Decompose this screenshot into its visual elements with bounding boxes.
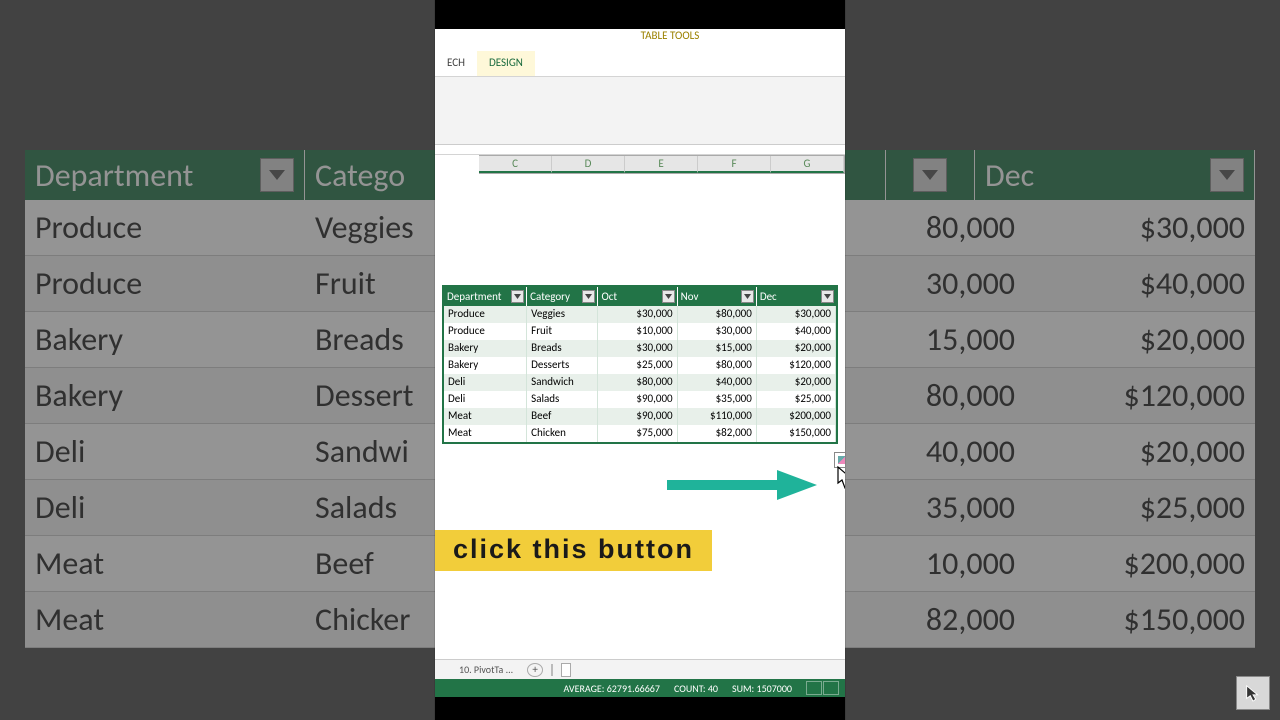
table-row[interactable]: MeatBeef$90,000$110,000$200,000 — [444, 408, 836, 425]
cell: $80,000 — [598, 374, 677, 391]
cell: $25,000 — [598, 357, 677, 374]
table-row[interactable]: ProduceFruit$10,000$30,000$40,000 — [444, 323, 836, 340]
cell: $75,000 — [598, 425, 677, 442]
ribbon-contextual-title: TABLE TOOLS — [435, 29, 845, 51]
ribbon-tab-partial[interactable]: ECH — [435, 51, 477, 76]
cell: $30,000 — [678, 323, 757, 340]
cell: $20,000 — [757, 374, 836, 391]
filter-dropdown-icon[interactable] — [511, 290, 524, 303]
col-header-f[interactable]: F — [698, 156, 771, 173]
arrow-right-icon — [667, 470, 817, 505]
table-header-row: Department Category Oct Nov Dec — [444, 287, 836, 306]
cell: Produce — [444, 306, 527, 323]
cell: $40,000 — [757, 323, 836, 340]
cell: Meat — [444, 408, 527, 425]
cell: $110,000 — [678, 408, 757, 425]
th-oct: Oct — [601, 290, 617, 303]
cell: Beef — [527, 408, 598, 425]
cell: $80,000 — [678, 357, 757, 374]
th-dec: Dec — [760, 290, 777, 303]
add-sheet-button[interactable]: + — [527, 663, 543, 677]
status-count-value: 40 — [708, 682, 718, 695]
ribbon-body — [435, 77, 845, 145]
status-bar: AVERAGE: 62791.66667 COUNT: 40 SUM: 1507… — [435, 679, 845, 697]
table-row[interactable]: BakeryBreads$30,000$15,000$20,000 — [444, 340, 836, 357]
phone-bottom-black-bar — [435, 697, 845, 720]
filter-dropdown-icon[interactable] — [741, 290, 754, 303]
view-normal-icon[interactable] — [806, 681, 822, 695]
status-sum-value: 1507000 — [757, 682, 792, 695]
column-headers: C D E F G — [479, 155, 845, 174]
cell: $80,000 — [678, 306, 757, 323]
cell: $200,000 — [757, 408, 836, 425]
ribbon-tabs: ECH DESIGN — [435, 51, 845, 77]
table-row[interactable]: DeliSalads$90,000$35,000$25,000 — [444, 391, 836, 408]
filter-dropdown-icon[interactable] — [821, 290, 834, 303]
cell: $40,000 — [678, 374, 757, 391]
status-average-value: 62791.66667 — [607, 682, 660, 695]
cell: $150,000 — [757, 425, 836, 442]
table-row[interactable]: MeatChicken$75,000$82,000$150,000 — [444, 425, 836, 442]
callout-label: click this button — [435, 530, 712, 571]
cell: Salads — [527, 391, 598, 408]
th-category: Category — [530, 290, 570, 303]
cursor-icon — [837, 466, 845, 495]
cell: Desserts — [527, 357, 598, 374]
cell: Sandwich — [527, 374, 598, 391]
view-layout-icon[interactable] — [823, 681, 839, 695]
cell: Veggies — [527, 306, 598, 323]
table-row[interactable]: ProduceVeggies$30,000$80,000$30,000 — [444, 306, 836, 323]
cell: $90,000 — [598, 408, 677, 425]
cell: Breads — [527, 340, 598, 357]
cell: Deli — [444, 374, 527, 391]
excel-table[interactable]: Department Category Oct Nov Dec ProduceV… — [442, 285, 838, 444]
cell: Meat — [444, 425, 527, 442]
col-header-d[interactable]: D — [552, 156, 625, 173]
cell: Bakery — [444, 340, 527, 357]
filter-dropdown-icon[interactable] — [662, 290, 675, 303]
table-row[interactable]: BakeryDesserts$25,000$80,000$120,000 — [444, 357, 836, 374]
ribbon-tab-design[interactable]: DESIGN — [477, 51, 535, 76]
cell: $20,000 — [757, 340, 836, 357]
cell: Deli — [444, 391, 527, 408]
sheet-tab-bar: 10. PivotTa ... + — [435, 659, 845, 679]
status-sum-label: SUM: — [732, 682, 754, 695]
cell: Produce — [444, 323, 527, 340]
cell: $25,000 — [757, 391, 836, 408]
scroll-left-button[interactable] — [561, 663, 571, 677]
cell: $35,000 — [678, 391, 757, 408]
col-header-e[interactable]: E — [625, 156, 698, 173]
cell: $90,000 — [598, 391, 677, 408]
cell: Bakery — [444, 357, 527, 374]
cell: $120,000 — [757, 357, 836, 374]
formula-bar[interactable] — [435, 145, 845, 155]
cell: $82,000 — [678, 425, 757, 442]
filter-dropdown-icon[interactable] — [582, 290, 595, 303]
cell: $10,000 — [598, 323, 677, 340]
status-average-label: AVERAGE: — [564, 682, 605, 695]
status-count-label: COUNT: — [674, 682, 706, 695]
cell: $15,000 — [678, 340, 757, 357]
cell: $30,000 — [598, 340, 677, 357]
cell: $30,000 — [598, 306, 677, 323]
cell: $30,000 — [757, 306, 836, 323]
sheet-tab[interactable]: 10. PivotTa ... — [453, 661, 519, 678]
phone-top-black-bar — [435, 0, 845, 29]
cursor-icon — [1236, 676, 1270, 710]
phone-crop: TABLE TOOLS ECH DESIGN C D E F G Departm… — [435, 0, 845, 720]
cell: Chicken — [527, 425, 598, 442]
th-nov: Nov — [681, 290, 699, 303]
cell: Fruit — [527, 323, 598, 340]
col-header-c[interactable]: C — [479, 156, 552, 173]
col-header-g[interactable]: G — [771, 156, 844, 173]
table-row[interactable]: DeliSandwich$80,000$40,000$20,000 — [444, 374, 836, 391]
th-department: Department — [447, 290, 501, 303]
view-mode-buttons[interactable] — [806, 681, 839, 695]
